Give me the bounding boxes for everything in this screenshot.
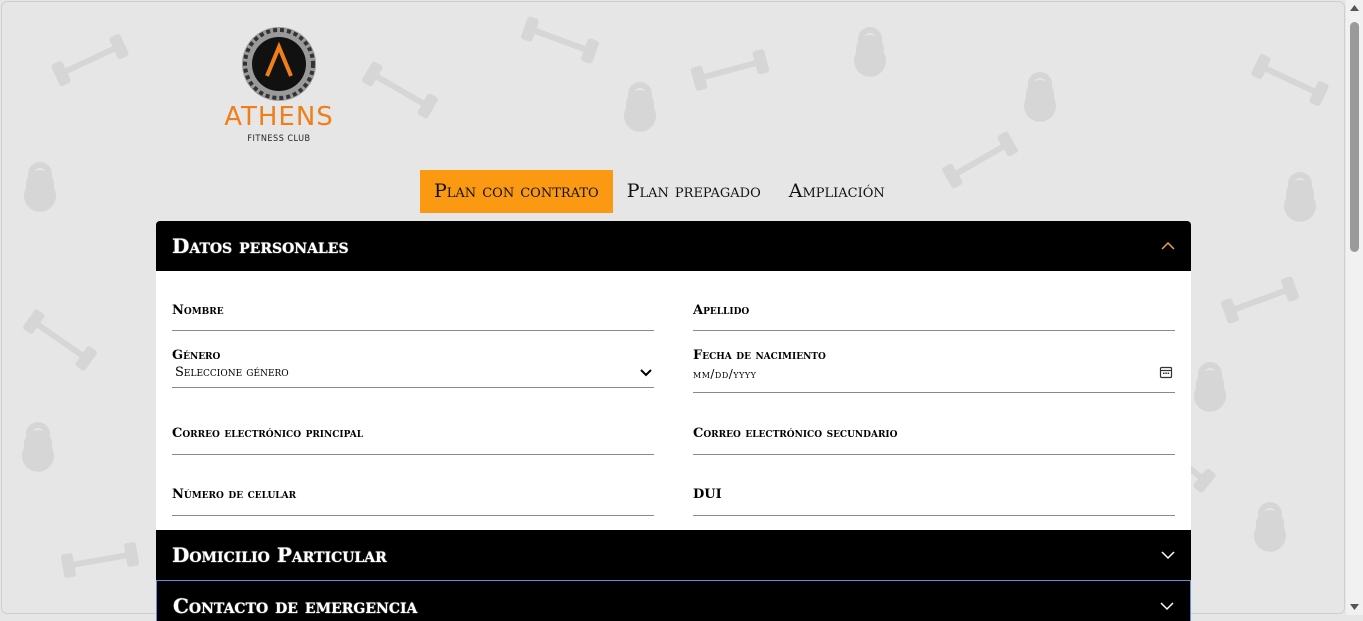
apellido-input-underline (693, 330, 1175, 331)
athens-logo: ATHENS FITNESS CLUB (220, 24, 338, 148)
apellido-field[interactable]: Apellido (693, 303, 1175, 333)
chevron-down-icon (1161, 551, 1175, 560)
fecha-label: Fecha de nacimiento (693, 348, 826, 363)
correo-principal-underline (172, 454, 654, 455)
nombre-field[interactable]: Nombre (172, 303, 654, 333)
celular-field[interactable]: Número de celular (172, 487, 654, 517)
apellido-label: Apellido (693, 303, 750, 318)
section-title: Datos personales (172, 234, 349, 258)
genero-select[interactable]: Género Seleccione género (172, 348, 654, 390)
scrollbar-thumb[interactable] (1350, 22, 1359, 252)
correo-secundario-field[interactable]: Correo electrónico secundario (693, 426, 1175, 456)
celular-underline (172, 515, 654, 516)
calendar-icon[interactable] (1159, 365, 1173, 379)
genero-label: Género (172, 348, 221, 363)
plan-tabs: Plan con contrato Plan prepagado Ampliac… (420, 170, 899, 213)
section-title: Contacto de emergencia (173, 594, 418, 618)
section-header-datos-personales[interactable]: Datos personales (156, 221, 1191, 271)
tab-ampliacion[interactable]: Ampliación (775, 170, 899, 213)
correo-principal-label: Correo electrónico principal (172, 426, 364, 441)
fecha-underline (693, 392, 1175, 393)
section-header-domicilio-particular[interactable]: Domicilio Particular (156, 530, 1191, 580)
chevron-down-icon (1160, 602, 1174, 611)
chevron-up-icon (1161, 241, 1175, 250)
nombre-input-underline (172, 330, 654, 331)
dui-label: DUI (693, 487, 722, 502)
correo-secundario-underline (693, 454, 1175, 455)
page-scrollbar[interactable] (1346, 0, 1363, 615)
dui-field[interactable]: DUI (693, 487, 1175, 517)
tab-plan-con-contrato[interactable]: Plan con contrato (420, 170, 613, 213)
nombre-label: Nombre (172, 303, 224, 318)
registration-form: Datos personales Nombre Apellido Género … (156, 221, 1191, 621)
fecha-placeholder: mm/dd/yyyy (693, 367, 757, 381)
tab-plan-prepagado[interactable]: Plan prepagado (613, 170, 775, 213)
genero-selected-value: Seleccione género (175, 365, 289, 380)
chevron-down-icon (640, 369, 652, 377)
fecha-nacimiento-input[interactable]: Fecha de nacimiento mm/dd/yyyy (693, 348, 1175, 394)
section-title: Domicilio Particular (172, 543, 387, 567)
celular-label: Número de celular (172, 487, 297, 502)
dui-underline (693, 515, 1175, 516)
genero-underline (172, 387, 654, 388)
correo-principal-field[interactable]: Correo electrónico principal (172, 426, 654, 456)
scroll-up-arrow-icon[interactable] (1350, 4, 1359, 12)
brand-tagline: FITNESS CLUB (247, 134, 311, 144)
correo-secundario-label: Correo electrónico secundario (693, 426, 898, 441)
brand-name: ATHENS (224, 102, 334, 132)
scroll-down-arrow-icon[interactable] (1350, 603, 1359, 611)
